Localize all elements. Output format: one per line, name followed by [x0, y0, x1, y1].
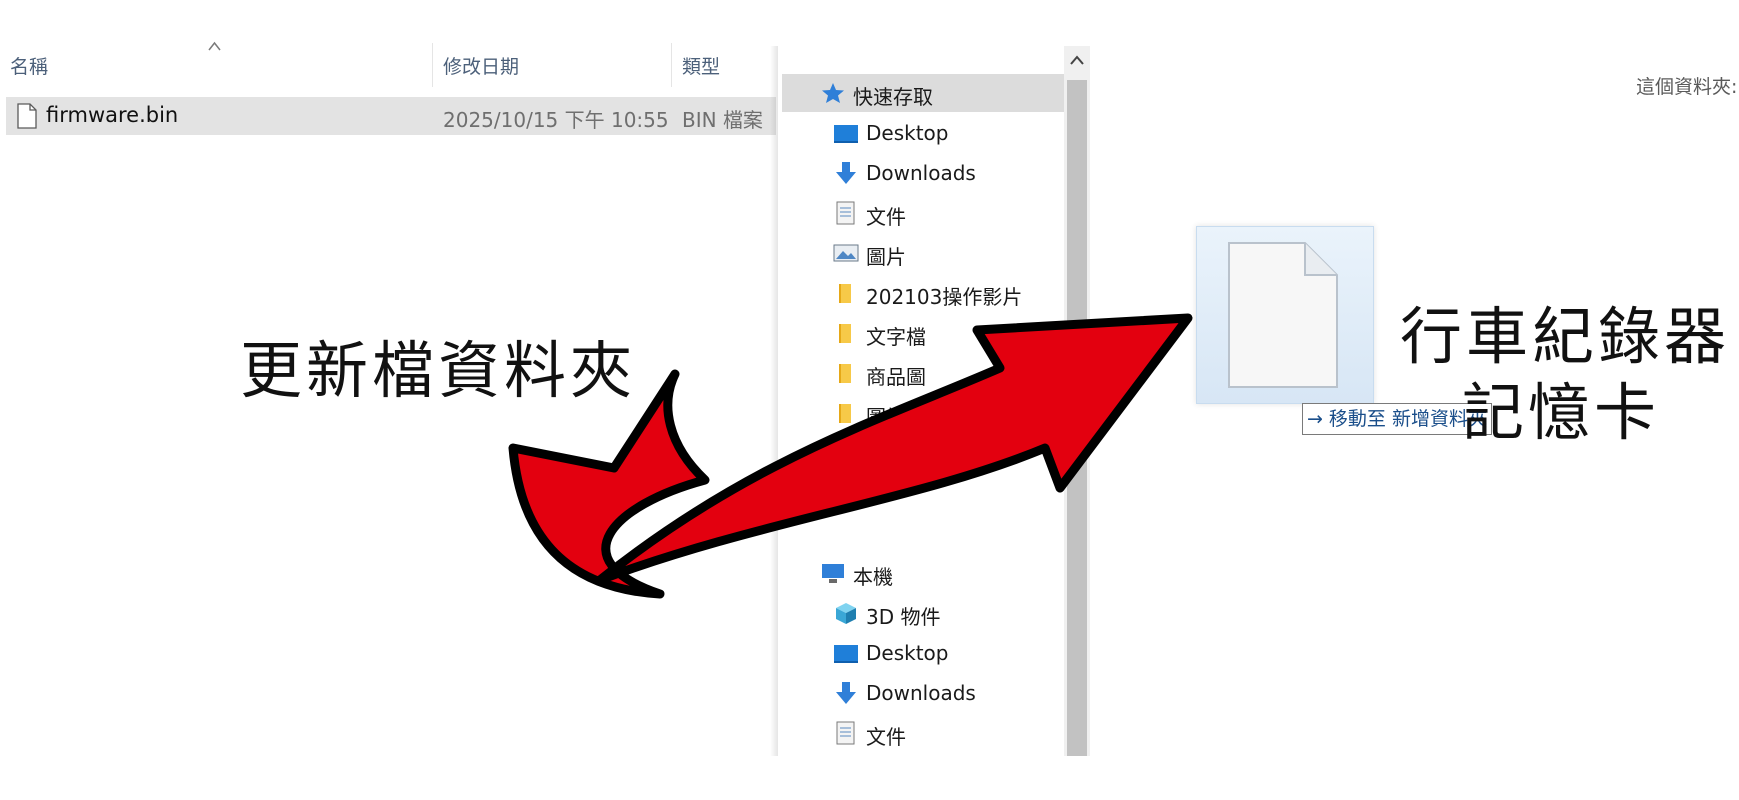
- document-icon: [836, 721, 855, 745]
- nav-label: Desktop: [866, 641, 949, 665]
- nav-label: 3D 物件: [866, 605, 941, 629]
- nav-item-documents[interactable]: 文件: [833, 194, 1090, 232]
- folder-icon: [839, 364, 851, 383]
- file-type: BIN 檔案: [682, 108, 763, 132]
- folder-icon: [839, 324, 851, 343]
- column-divider[interactable]: [671, 43, 672, 87]
- nav-pane-shadow: [770, 46, 778, 756]
- folder-icon: [839, 284, 851, 303]
- nav-item-folder-text[interactable]: 文字檔: [833, 314, 1090, 352]
- arrow-right-icon: →: [1307, 408, 1323, 430]
- music-icon: [833, 755, 859, 756]
- nav-label: 標籤: [866, 445, 906, 469]
- desktop-icon: [834, 645, 858, 663]
- navigation-pane: 快速存取 Desktop Downloads 文件 圖片 202103操作影片 …: [778, 46, 1090, 756]
- column-divider[interactable]: [432, 43, 433, 87]
- folder-icon: [839, 404, 851, 423]
- nav-label: Downloads: [866, 681, 976, 705]
- column-header-name[interactable]: 名稱: [10, 52, 48, 79]
- source-folder-label: 更新檔資料夾: [240, 334, 637, 407]
- nav-label: Desktop: [866, 121, 949, 145]
- nav-item-folder-pictures[interactable]: 圖片: [833, 394, 1090, 432]
- nav-item-music[interactable]: 音樂: [833, 748, 1090, 756]
- nav-item-desktop[interactable]: Desktop: [833, 114, 1090, 152]
- star-icon: [822, 83, 844, 103]
- nav-item-this-pc[interactable]: 本機: [820, 554, 1090, 592]
- file-icon: [17, 103, 37, 129]
- nav-label: 圖片: [866, 245, 906, 269]
- nav-item-pc-desktop[interactable]: Desktop: [833, 634, 1090, 672]
- nav-item-folder-product[interactable]: 商品圖: [833, 354, 1090, 392]
- nav-item-pc-documents[interactable]: 文件: [833, 714, 1090, 752]
- scroll-thumb[interactable]: [1067, 80, 1087, 756]
- nav-item-pictures[interactable]: 圖片: [833, 234, 1090, 272]
- sort-ascending-icon[interactable]: [208, 40, 221, 53]
- nav-item-pc-downloads[interactable]: Downloads: [833, 674, 1090, 712]
- nav-label: 文字檔: [866, 325, 926, 349]
- column-header-modified[interactable]: 修改日期: [443, 52, 519, 79]
- file-row[interactable]: firmware.bin 2025/10/15 下午 10:55 BIN 檔案: [6, 97, 776, 135]
- nav-label: 商品圖: [866, 365, 926, 389]
- computer-icon: [822, 564, 844, 583]
- nav-scrollbar[interactable]: [1064, 46, 1090, 756]
- download-arrow-icon: [836, 682, 856, 704]
- nav-label: 本機: [853, 565, 893, 589]
- download-arrow-icon: [836, 162, 856, 184]
- nav-label: 音樂: [866, 755, 906, 756]
- folder-header-text: 這個資料夾:: [1636, 76, 1738, 98]
- nav-label: Downloads: [866, 161, 976, 185]
- nav-label: 快速存取: [853, 85, 933, 109]
- target-label-line2: 記憶卡: [1462, 376, 1661, 449]
- folder-icon: [839, 444, 851, 463]
- nav-label: 文件: [866, 205, 906, 229]
- drag-preview: [1196, 226, 1374, 404]
- document-icon: [836, 201, 855, 225]
- picture-icon: [833, 244, 859, 262]
- nav-label: 圖片: [866, 405, 906, 429]
- column-header-type[interactable]: 類型: [682, 52, 720, 79]
- nav-item-quick-access[interactable]: 快速存取: [820, 74, 1090, 112]
- nav-item-folder-labels[interactable]: 標籤: [833, 434, 1090, 472]
- nav-item-folder-202103[interactable]: 202103操作影片: [833, 274, 1090, 312]
- cube-icon: [836, 603, 856, 624]
- nav-item-downloads[interactable]: Downloads: [833, 154, 1090, 192]
- nav-label: 文件: [866, 725, 906, 749]
- nav-item-3d-objects[interactable]: 3D 物件: [833, 594, 1090, 632]
- file-modified-date: 2025/10/15 下午 10:55: [443, 108, 669, 132]
- chevron-up-icon[interactable]: [1069, 54, 1085, 66]
- nav-label: 202103操作影片: [866, 285, 1023, 309]
- desktop-icon: [834, 125, 858, 143]
- file-icon: [1228, 242, 1338, 388]
- file-name: firmware.bin: [46, 103, 179, 127]
